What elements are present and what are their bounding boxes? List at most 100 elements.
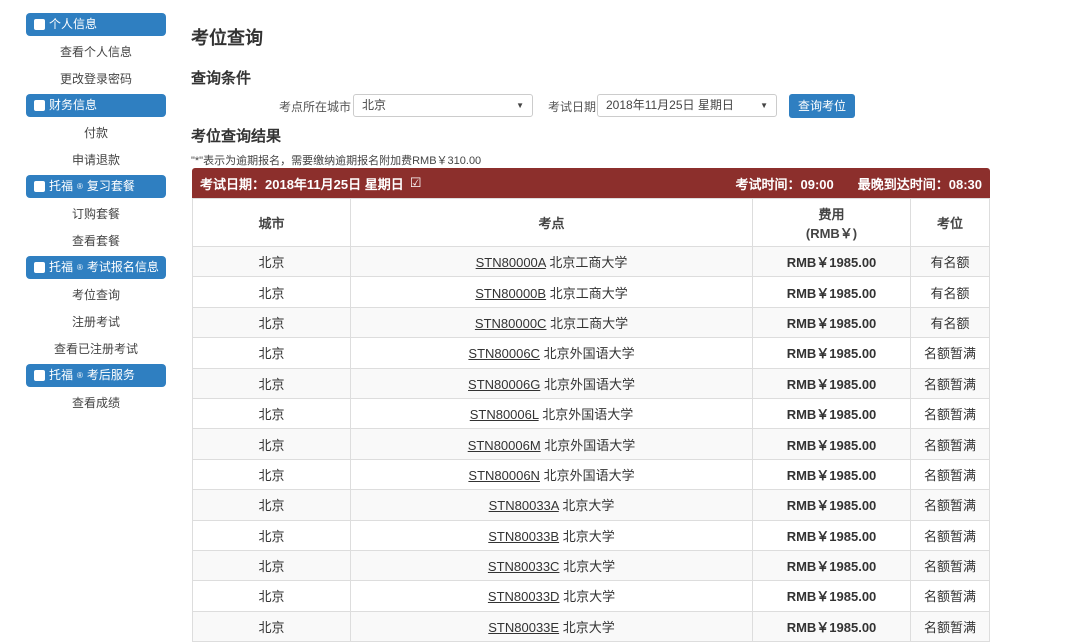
sidebar-section[interactable]: 托福®复习套餐: [26, 175, 166, 198]
center-code-link[interactable]: STN80000B: [475, 286, 546, 301]
center-cell: STN80000B 北京工商大学: [351, 277, 753, 307]
city-cell: 北京: [193, 550, 351, 580]
seat-cell: 名额暂满: [911, 459, 990, 489]
arrival-time: 最晚到达时间：08:30: [858, 174, 982, 193]
center-code-link[interactable]: STN80006C: [468, 346, 540, 361]
table-row: 北京 STN80006L 北京外国语大学 RMB￥1985.00 名额暂满: [193, 398, 990, 428]
city-cell: 北京: [193, 520, 351, 550]
center-code-link[interactable]: STN80033B: [488, 529, 559, 544]
calendar-icon: ☑: [410, 175, 422, 191]
sidebar-section[interactable]: 托福®考后服务: [26, 364, 166, 387]
seat-cell: 名额暂满: [911, 368, 990, 398]
page-title: 考位查询: [191, 24, 263, 50]
center-cell: STN80033D 北京大学: [351, 581, 753, 611]
table-row: 北京 STN80033B 北京大学 RMB￥1985.00 名额暂满: [193, 520, 990, 550]
table-row: 北京 STN80033C 北京大学 RMB￥1985.00 名额暂满: [193, 550, 990, 580]
sidebar-item[interactable]: 订购套餐: [26, 202, 166, 229]
seat-cell: 名额暂满: [911, 550, 990, 580]
table-row: 北京 STN80033D 北京大学 RMB￥1985.00 名额暂满: [193, 581, 990, 611]
sidebar-section[interactable]: 财务信息: [26, 94, 166, 117]
center-code-link[interactable]: STN80006G: [468, 377, 540, 392]
table-row: 北京 STN80006N 北京外国语大学 RMB￥1985.00 名额暂满: [193, 459, 990, 489]
col-fee: 费用(RMB￥): [753, 199, 911, 247]
center-cell: STN80033B 北京大学: [351, 520, 753, 550]
fee-cell: RMB￥1985.00: [753, 307, 911, 337]
sidebar-section[interactable]: 托福®考试报名信息: [26, 256, 166, 279]
col-center: 考点: [351, 199, 753, 247]
book-icon: [34, 262, 45, 273]
center-cell: STN80006M 北京外国语大学: [351, 429, 753, 459]
city-cell: 北京: [193, 581, 351, 611]
seat-cell: 名额暂满: [911, 429, 990, 459]
sidebar-item[interactable]: 查看已注册考试: [26, 337, 166, 364]
date-select[interactable]: 2018年11月25日 星期日 ▼: [597, 94, 777, 117]
center-code-link[interactable]: STN80006L: [470, 407, 539, 422]
seat-cell: 名额暂满: [911, 398, 990, 428]
date-label: 考试日期: [548, 98, 596, 115]
results-title: 考位查询结果: [191, 125, 281, 146]
conditions-title: 查询条件: [191, 67, 251, 88]
sidebar-section[interactable]: 个人信息: [26, 13, 166, 36]
city-cell: 北京: [193, 429, 351, 459]
results-table: 城市 考点 费用(RMB￥) 考位 北京 STN80000A 北京工商大学 RM…: [192, 198, 990, 642]
center-code-link[interactable]: STN80033D: [488, 589, 560, 604]
table-row: 北京 STN80000A 北京工商大学 RMB￥1985.00 有名额: [193, 247, 990, 277]
city-select[interactable]: 北京 ▼: [353, 94, 533, 117]
seat-cell: 有名额: [911, 307, 990, 337]
seat-cell: 有名额: [911, 247, 990, 277]
sidebar-item[interactable]: 查看成绩: [26, 391, 166, 418]
fee-cell: RMB￥1985.00: [753, 277, 911, 307]
chevron-down-icon: ▼: [516, 95, 524, 116]
sidebar-item[interactable]: 考位查询: [26, 283, 166, 310]
center-code-link[interactable]: STN80000C: [475, 316, 547, 331]
table-row: 北京 STN80033E 北京大学 RMB￥1985.00 名额暂满: [193, 611, 990, 641]
center-code-link[interactable]: STN80033C: [488, 559, 560, 574]
sidebar-item[interactable]: 查看个人信息: [26, 40, 166, 67]
chevron-down-icon: ▼: [760, 95, 768, 116]
city-cell: 北京: [193, 459, 351, 489]
fee-cell: RMB￥1985.00: [753, 247, 911, 277]
center-code-link[interactable]: STN80033A: [489, 498, 559, 513]
fee-cell: RMB￥1985.00: [753, 429, 911, 459]
exam-info-bar: 考试日期：2018年11月25日 星期日 ☑ 考试时间：09:00最晚到达时间：…: [192, 168, 990, 198]
table-row: 北京 STN80000B 北京工商大学 RMB￥1985.00 有名额: [193, 277, 990, 307]
table-row: 北京 STN80006C 北京外国语大学 RMB￥1985.00 名额暂满: [193, 338, 990, 368]
fee-cell: RMB￥1985.00: [753, 550, 911, 580]
city-label: 考点所在城市: [279, 98, 351, 115]
search-seats-button[interactable]: 查询考位: [789, 94, 855, 118]
seat-cell: 名额暂满: [911, 490, 990, 520]
sidebar-item[interactable]: 注册考试: [26, 310, 166, 337]
city-value: 北京: [362, 98, 386, 112]
fee-cell: RMB￥1985.00: [753, 490, 911, 520]
center-code-link[interactable]: STN80000A: [476, 255, 546, 270]
fee-cell: RMB￥1985.00: [753, 398, 911, 428]
date-value: 2018年11月25日 星期日: [606, 98, 734, 112]
center-code-link[interactable]: STN80006M: [468, 438, 541, 453]
fee-cell: RMB￥1985.00: [753, 338, 911, 368]
center-code-link[interactable]: STN80033E: [488, 620, 559, 635]
center-cell: STN80006L 北京外国语大学: [351, 398, 753, 428]
sidebar-item[interactable]: 更改登录密码: [26, 67, 166, 94]
exam-date: 考试日期：2018年11月25日 星期日: [200, 174, 404, 193]
city-cell: 北京: [193, 611, 351, 641]
seat-cell: 名额暂满: [911, 520, 990, 550]
table-row: 北京 STN80006M 北京外国语大学 RMB￥1985.00 名额暂满: [193, 429, 990, 459]
center-code-link[interactable]: STN80006N: [468, 468, 540, 483]
center-cell: STN80006N 北京外国语大学: [351, 459, 753, 489]
city-cell: 北京: [193, 307, 351, 337]
center-cell: STN80000C 北京工商大学: [351, 307, 753, 337]
city-cell: 北京: [193, 277, 351, 307]
book-icon: [34, 181, 45, 192]
table-row: 北京 STN80000C 北京工商大学 RMB￥1985.00 有名额: [193, 307, 990, 337]
sidebar-item[interactable]: 查看套餐: [26, 229, 166, 256]
fee-cell: RMB￥1985.00: [753, 368, 911, 398]
center-cell: STN80006C 北京外国语大学: [351, 338, 753, 368]
sidebar-item[interactable]: 付款: [26, 121, 166, 148]
center-cell: STN80000A 北京工商大学: [351, 247, 753, 277]
user-circle-icon: [34, 19, 45, 30]
col-city: 城市: [193, 199, 351, 247]
table-row: 北京 STN80006G 北京外国语大学 RMB￥1985.00 名额暂满: [193, 368, 990, 398]
city-cell: 北京: [193, 398, 351, 428]
sidebar-item[interactable]: 申请退款: [26, 148, 166, 175]
center-cell: STN80033A 北京大学: [351, 490, 753, 520]
